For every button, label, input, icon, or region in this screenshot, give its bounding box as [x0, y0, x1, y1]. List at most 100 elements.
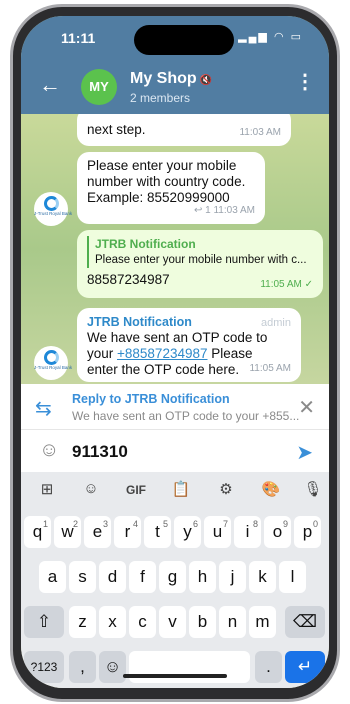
keyboard: ⊞ ☺ GIF 📋 ⚙ 🎨 🎙 q1 w2 e3 r4 t5 y6 u7 i8 … [21, 472, 329, 688]
space-key[interactable] [129, 651, 250, 683]
key-t[interactable]: t5 [144, 516, 171, 548]
admin-tag: admin [261, 317, 291, 329]
key-i[interactable]: i8 [234, 516, 261, 548]
key-j[interactable]: j [219, 561, 246, 593]
palette-icon[interactable]: 🎨 [259, 480, 283, 498]
key-x[interactable]: x [99, 606, 126, 638]
key-hint: 4 [132, 519, 138, 529]
key-hint: 7 [222, 519, 228, 529]
key-w[interactable]: w2 [54, 516, 81, 548]
reply-preview[interactable]: ⇆ Reply to JTRB Notification We have sen… [21, 384, 329, 430]
key-l[interactable]: l [279, 561, 306, 593]
key-n[interactable]: n [219, 606, 246, 638]
period-key[interactable]: . [255, 651, 282, 683]
key-g[interactable]: g [159, 561, 186, 593]
sticker-icon[interactable]: ☺ [79, 480, 103, 497]
phone-link[interactable]: +88587234987 [117, 346, 207, 361]
bank-logo-icon [43, 196, 59, 211]
key-c[interactable]: c [129, 606, 156, 638]
message-bubble[interactable]: Please enter your mobile number with cou… [77, 152, 265, 224]
key-r[interactable]: r4 [114, 516, 141, 548]
chat-title[interactable]: My Shop 🔇 [130, 70, 212, 88]
key-hint: 0 [312, 519, 318, 529]
enter-key[interactable]: ↵ [285, 651, 325, 683]
bot-avatar-label: J-Trust Royal Bank [34, 211, 73, 216]
key-u[interactable]: u7 [204, 516, 231, 548]
send-icon[interactable]: ➤ [296, 440, 313, 465]
back-arrow-icon[interactable]: ← [39, 74, 61, 96]
key-label: y [183, 522, 192, 541]
key-hint: 1 [42, 519, 48, 529]
message-time: 11:03 AM [239, 127, 281, 138]
key-p[interactable]: p0 [294, 516, 321, 548]
key-d[interactable]: d [99, 561, 126, 593]
message-bubble-outgoing[interactable]: JTRB Notification Please enter your mobi… [77, 230, 323, 298]
key-label: w [61, 522, 74, 541]
status-time: 11:11 [61, 30, 96, 46]
key-h[interactable]: h [189, 561, 216, 593]
numbers-key[interactable]: ?123 [24, 651, 64, 683]
key-label: u [212, 522, 223, 541]
key-label: t [155, 522, 160, 541]
bot-avatar[interactable]: J-Trust Royal Bank [34, 346, 73, 380]
key-q[interactable]: q1 [24, 516, 51, 548]
bot-avatar[interactable]: J-Trust Royal Bank [34, 192, 73, 226]
member-count: 2 members [130, 91, 191, 105]
gif-button[interactable]: GIF [124, 483, 148, 497]
close-icon[interactable]: ✕ [298, 395, 315, 420]
key-label: q [32, 522, 43, 541]
key-z[interactable]: z [69, 606, 96, 638]
status-bar: 11:11 ▂▄▆ ◠ ▭ [21, 16, 329, 58]
screen: 11:11 ▂▄▆ ◠ ▭ ← MY My Shop 🔇 2 members ⋮ … [21, 16, 329, 688]
reply-title: Reply to JTRB Notification [72, 392, 230, 406]
chat-title-text: My Shop [130, 70, 197, 87]
key-label: o [272, 522, 283, 541]
keyboard-toolbar: ⊞ ☺ GIF 📋 ⚙ 🎨 🎙 [21, 472, 329, 508]
dynamic-island [134, 25, 234, 55]
key-label: e [92, 522, 103, 541]
key-label: i [245, 522, 250, 541]
message-input[interactable]: 911310 [72, 442, 128, 462]
key-b[interactable]: b [189, 606, 216, 638]
message-list[interactable]: next step. 11:03 AM Please enter your mo… [21, 114, 329, 384]
message-meta: ↩ 1 11:03 AM [193, 205, 255, 216]
key-o[interactable]: o9 [264, 516, 291, 548]
more-menu-icon[interactable]: ⋮ [295, 72, 315, 92]
emoji-icon[interactable]: ☺ [39, 440, 59, 460]
key-hint: 5 [162, 519, 168, 529]
clipboard-icon[interactable]: 📋 [169, 480, 193, 498]
reply-text: We have sent an OTP code to your +855... [72, 409, 300, 423]
gear-icon[interactable]: ⚙ [214, 480, 238, 498]
quoted-text: Please enter your mobile number with c..… [95, 254, 307, 266]
home-indicator[interactable] [123, 674, 227, 678]
emoji-key[interactable]: ☺ [99, 651, 126, 683]
key-hint: 3 [102, 519, 108, 529]
group-avatar[interactable]: MY [81, 69, 117, 105]
key-hint: 6 [192, 519, 198, 529]
message-time-read: 11:05 AM ✓ [260, 279, 313, 290]
bot-avatar-label: J-Trust Royal Bank [34, 365, 73, 370]
message-text: Please enter your mobile number with cou… [87, 158, 246, 205]
microphone-icon[interactable]: 🎙 [301, 480, 325, 498]
key-k[interactable]: k [249, 561, 276, 593]
quoted-title: JTRB Notification [95, 237, 196, 251]
backspace-key[interactable]: ⌫ [285, 606, 325, 638]
comma-key[interactable]: , [69, 651, 96, 683]
key-f[interactable]: f [129, 561, 156, 593]
mute-icon: 🔇 [199, 75, 213, 86]
key-s[interactable]: s [69, 561, 96, 593]
message-bubble[interactable]: JTRB Notification admin We have sent an … [77, 308, 301, 382]
key-hint: 8 [252, 519, 258, 529]
message-time: 11:05 AM [249, 363, 291, 374]
key-m[interactable]: m [249, 606, 276, 638]
key-e[interactable]: e3 [84, 516, 111, 548]
key-v[interactable]: v [159, 606, 186, 638]
grid-icon[interactable]: ⊞ [35, 480, 59, 498]
quoted-message[interactable]: JTRB Notification Please enter your mobi… [87, 236, 313, 268]
key-label: r [124, 522, 131, 541]
chat-header: ← MY My Shop 🔇 2 members ⋮ [21, 58, 329, 114]
message-bubble[interactable]: next step. 11:03 AM [77, 114, 291, 146]
key-a[interactable]: a [39, 561, 66, 593]
key-y[interactable]: y6 [174, 516, 201, 548]
shift-key[interactable]: ⇧ [24, 606, 64, 638]
